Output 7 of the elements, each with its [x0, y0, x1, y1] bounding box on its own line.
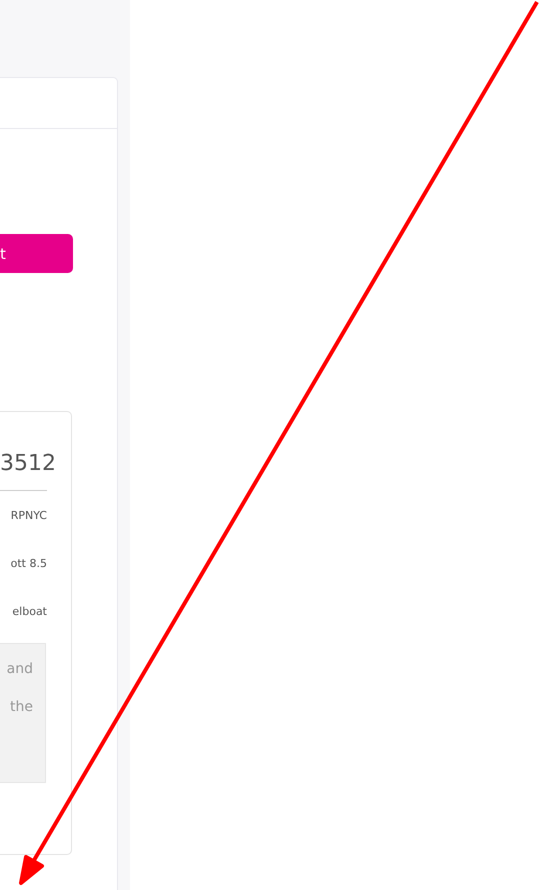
action-button[interactable]: t [0, 234, 73, 273]
note-text: the [10, 698, 34, 716]
record-field: RPNYC [0, 509, 71, 557]
record-field: elboat [0, 605, 71, 653]
note-text: and [6, 660, 34, 678]
record-field: ott 8.5 [0, 557, 71, 605]
record-number: 3512 [0, 450, 57, 478]
